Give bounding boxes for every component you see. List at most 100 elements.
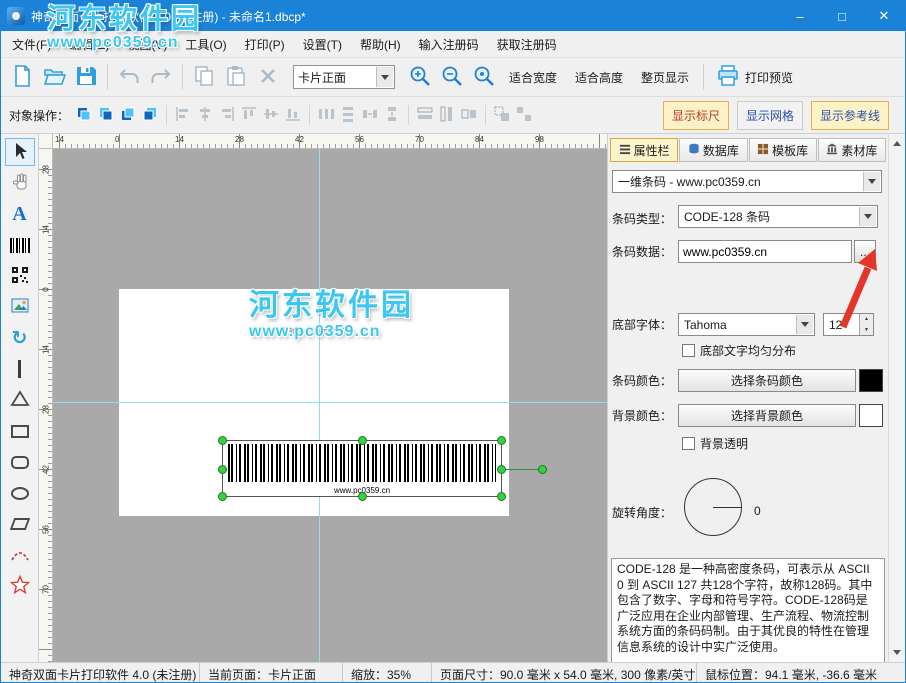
triangle-tool[interactable] xyxy=(5,386,35,414)
selection-handle-se[interactable] xyxy=(497,492,506,501)
equal-vspace-button[interactable] xyxy=(381,104,403,126)
select-tool[interactable] xyxy=(5,138,35,166)
guide-horizontal[interactable] xyxy=(53,402,607,403)
show-ruler-toggle[interactable]: 显示标尺 xyxy=(663,101,729,130)
same-size-button[interactable] xyxy=(458,104,480,126)
dropdown-button[interactable] xyxy=(863,172,880,191)
show-guides-toggle[interactable]: 显示参考线 xyxy=(811,101,889,130)
barcode-type-select[interactable]: CODE-128 条码 xyxy=(678,205,878,228)
menu-edit[interactable]: 编辑(E) xyxy=(60,31,118,58)
same-width-button[interactable] xyxy=(414,104,436,126)
barcode-data-more-button[interactable]: ... xyxy=(854,240,876,263)
undo-button[interactable] xyxy=(114,62,144,92)
zoom-in-button[interactable] xyxy=(405,62,435,92)
line-tool[interactable] xyxy=(5,355,35,383)
save-button[interactable] xyxy=(71,62,101,92)
move-layer-up-button[interactable] xyxy=(117,104,139,126)
menu-settings[interactable]: 设置(T) xyxy=(294,31,351,58)
open-file-button[interactable] xyxy=(39,62,69,92)
zoom-select-button[interactable] xyxy=(469,62,499,92)
menu-help[interactable]: 帮助(H) xyxy=(351,31,410,58)
scroll-down-button[interactable] xyxy=(891,646,904,659)
rotation-dial[interactable] xyxy=(684,478,742,536)
arc-tool[interactable] xyxy=(5,541,35,569)
send-to-back-button[interactable] xyxy=(95,104,117,126)
maximize-button[interactable]: □ xyxy=(821,1,863,31)
barcode-color-swatch[interactable] xyxy=(859,369,883,392)
rounded-rect-tool[interactable] xyxy=(5,448,35,476)
barcode-data-input[interactable] xyxy=(678,240,852,263)
transparent-checkbox[interactable] xyxy=(682,437,695,450)
menu-print[interactable]: 打印(P) xyxy=(236,31,294,58)
selection-handle-e[interactable] xyxy=(497,465,506,474)
scroll-up-button[interactable] xyxy=(891,137,904,150)
dropdown-button[interactable] xyxy=(859,207,876,226)
image-tool[interactable] xyxy=(5,293,35,321)
align-bottom-button[interactable] xyxy=(282,104,304,126)
redo-button[interactable] xyxy=(146,62,176,92)
spinner-down-button[interactable]: ▼ xyxy=(859,325,873,336)
page-side-selector[interactable]: 卡片正面 xyxy=(293,65,395,89)
tab-templates[interactable]: 模板库 xyxy=(749,138,817,162)
new-document-button[interactable] xyxy=(7,62,37,92)
align-center-button[interactable] xyxy=(194,104,216,126)
rectangle-tool[interactable] xyxy=(5,417,35,445)
rotate-tool[interactable]: ↻ xyxy=(5,324,35,352)
dropdown-button[interactable] xyxy=(796,315,813,334)
menu-tools[interactable]: 工具(O) xyxy=(176,31,235,58)
bg-color-swatch[interactable] xyxy=(859,404,883,427)
design-viewport[interactable]: 请输入文本内容 河东软件园 www.pc0359.cn www.pc0359.c… xyxy=(53,149,607,662)
dropdown-button[interactable] xyxy=(376,67,393,87)
object-selector[interactable]: 一维条码 - www.pc0359.cn xyxy=(612,170,882,193)
selection-handle-n[interactable] xyxy=(358,436,367,445)
align-top-button[interactable] xyxy=(238,104,260,126)
selection-handle-w[interactable] xyxy=(218,465,227,474)
tab-materials[interactable]: 素材库 xyxy=(818,138,886,162)
tab-database[interactable]: 数据库 xyxy=(679,138,747,162)
distribute-horizontal-button[interactable] xyxy=(315,104,337,126)
pan-tool[interactable] xyxy=(5,169,35,197)
guide-vertical[interactable] xyxy=(319,149,320,662)
menu-get-license[interactable]: 获取注册码 xyxy=(488,31,566,58)
align-left-button[interactable] xyxy=(172,104,194,126)
barcode-color-button[interactable]: 选择条码颜色 xyxy=(678,369,856,392)
selection-handle-sw[interactable] xyxy=(218,492,227,501)
text-placeholder[interactable]: 请输入文本内容 xyxy=(119,325,509,338)
distribute-vertical-button[interactable] xyxy=(337,104,359,126)
align-right-button[interactable] xyxy=(216,104,238,126)
selection-handle-ne[interactable] xyxy=(497,436,506,445)
same-height-button[interactable] xyxy=(436,104,458,126)
text-tool[interactable]: A xyxy=(5,200,35,228)
tab-properties[interactable]: 属性栏 xyxy=(610,138,678,162)
spinner-up-button[interactable]: ▲ xyxy=(859,314,873,325)
parallelogram-tool[interactable] xyxy=(5,510,35,538)
bg-color-button[interactable]: 选择背景颜色 xyxy=(678,404,856,427)
qrcode-tool[interactable] xyxy=(5,262,35,290)
show-grid-toggle[interactable]: 显示网格 xyxy=(737,101,803,130)
bring-to-front-button[interactable] xyxy=(73,104,95,126)
zoom-out-button[interactable] xyxy=(437,62,467,92)
menu-view[interactable]: 视图(V) xyxy=(118,31,176,58)
even-text-checkbox[interactable] xyxy=(682,344,695,357)
selection-handle-s[interactable] xyxy=(358,492,367,501)
close-button[interactable]: ✕ xyxy=(863,1,905,31)
group-button[interactable] xyxy=(491,104,513,126)
menu-enter-license[interactable]: 输入注册码 xyxy=(410,31,488,58)
font-size-spinner[interactable]: 12 ▲ ▼ xyxy=(823,313,874,336)
equal-hspace-button[interactable] xyxy=(359,104,381,126)
menu-file[interactable]: 文件(F) xyxy=(3,31,60,58)
ellipse-tool[interactable] xyxy=(5,479,35,507)
selection-handle-nw[interactable] xyxy=(218,436,227,445)
font-select[interactable]: Tahoma xyxy=(678,313,815,336)
barcode-object[interactable]: www.pc0359.cn xyxy=(223,441,501,496)
paste-button[interactable] xyxy=(221,62,251,92)
fit-width-button[interactable]: 适合宽度 xyxy=(501,64,565,91)
copy-button[interactable] xyxy=(189,62,219,92)
barcode-tool[interactable] xyxy=(5,231,35,259)
minimize-button[interactable]: – xyxy=(779,1,821,31)
align-middle-button[interactable] xyxy=(260,104,282,126)
delete-button[interactable] xyxy=(253,62,283,92)
move-layer-down-button[interactable] xyxy=(139,104,161,126)
print-preview-button[interactable]: 打印预览 xyxy=(710,62,799,93)
fit-height-button[interactable]: 适合高度 xyxy=(567,64,631,91)
